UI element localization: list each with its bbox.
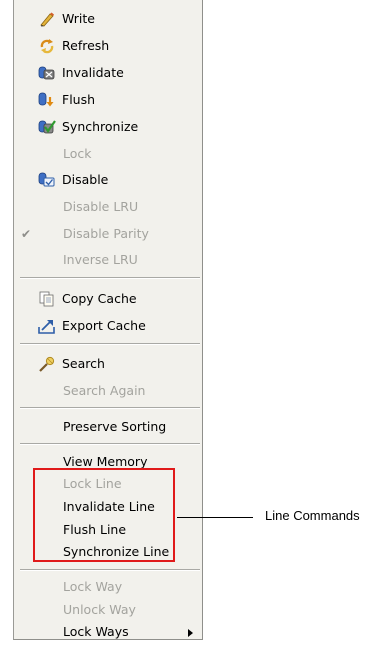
menu-item-label: Search Again: [63, 383, 146, 398]
menu-item-disable-parity: ✔ Disable Parity: [14, 223, 202, 245]
flush-icon: [38, 92, 56, 108]
copy-icon: [38, 291, 56, 307]
menu-item-label: Export Cache: [62, 318, 146, 333]
menu-item-disable-lru: Disable LRU: [14, 196, 202, 218]
menu-item-label: Preserve Sorting: [63, 419, 167, 434]
search-icon: [38, 356, 56, 372]
menu-item-label: Search: [62, 356, 105, 371]
menu-item-write[interactable]: Write: [14, 8, 202, 30]
menu-item-disable[interactable]: Disable: [14, 169, 202, 191]
menu-item-label: Disable Parity: [63, 226, 149, 241]
menu-item-label: Inverse LRU: [63, 252, 138, 267]
callout-leader-line: [177, 517, 253, 518]
submenu-arrow-icon: [188, 629, 193, 637]
menu-separator: [20, 407, 200, 409]
menu-separator: [20, 277, 200, 279]
menu-item-label: Flush: [62, 92, 96, 107]
menu-item-label: Disable LRU: [63, 199, 139, 214]
checkmark-icon: ✔: [21, 227, 32, 241]
menu-item-label: Synchronize: [62, 119, 139, 134]
menu-item-label: Copy Cache: [62, 291, 137, 306]
menu-separator: [20, 569, 200, 571]
line-commands-highlight: [33, 468, 175, 562]
invalidate-icon: [38, 65, 56, 81]
menu-item-flush[interactable]: Flush: [14, 89, 202, 111]
menu-item-label: Refresh: [62, 38, 110, 53]
menu-item-label: Lock: [63, 146, 92, 161]
menu-item-synchronize[interactable]: Synchronize: [14, 116, 202, 138]
menu-item-label: Lock Way: [63, 579, 123, 594]
menu-item-search[interactable]: Search: [14, 353, 202, 375]
disable-icon: [38, 172, 56, 188]
menu-item-copy-cache[interactable]: Copy Cache: [14, 288, 202, 310]
pencil-icon: [38, 11, 56, 27]
export-icon: [38, 318, 56, 334]
menu-item-preserve-sorting[interactable]: Preserve Sorting: [14, 416, 202, 438]
menu-item-label: Lock Ways: [63, 624, 129, 639]
refresh-icon: [38, 38, 56, 54]
menu-item-inverse-lru: Inverse LRU: [14, 249, 202, 271]
menu-item-label: Write: [62, 11, 96, 26]
menu-item-label: Unlock Way: [63, 602, 136, 617]
menu-item-lock-ways[interactable]: Lock Ways: [14, 621, 202, 643]
callout-label: Line Commands: [265, 508, 360, 523]
menu-item-search-again: Search Again: [14, 380, 202, 402]
menu-item-lock-way: Lock Way: [14, 576, 202, 598]
screenshot-stage: Write Refresh Invalidate Flush Synchroni…: [0, 0, 383, 646]
menu-item-refresh[interactable]: Refresh: [14, 35, 202, 57]
menu-item-lock: Lock: [14, 143, 202, 165]
menu-separator: [20, 443, 200, 445]
menu-separator: [20, 343, 200, 345]
menu-item-label: Invalidate: [62, 65, 124, 80]
menu-item-export-cache[interactable]: Export Cache: [14, 315, 202, 337]
menu-item-unlock-way: Unlock Way: [14, 599, 202, 621]
menu-item-invalidate[interactable]: Invalidate: [14, 62, 202, 84]
synchronize-icon: [38, 119, 56, 135]
menu-item-label: Disable: [62, 172, 109, 187]
